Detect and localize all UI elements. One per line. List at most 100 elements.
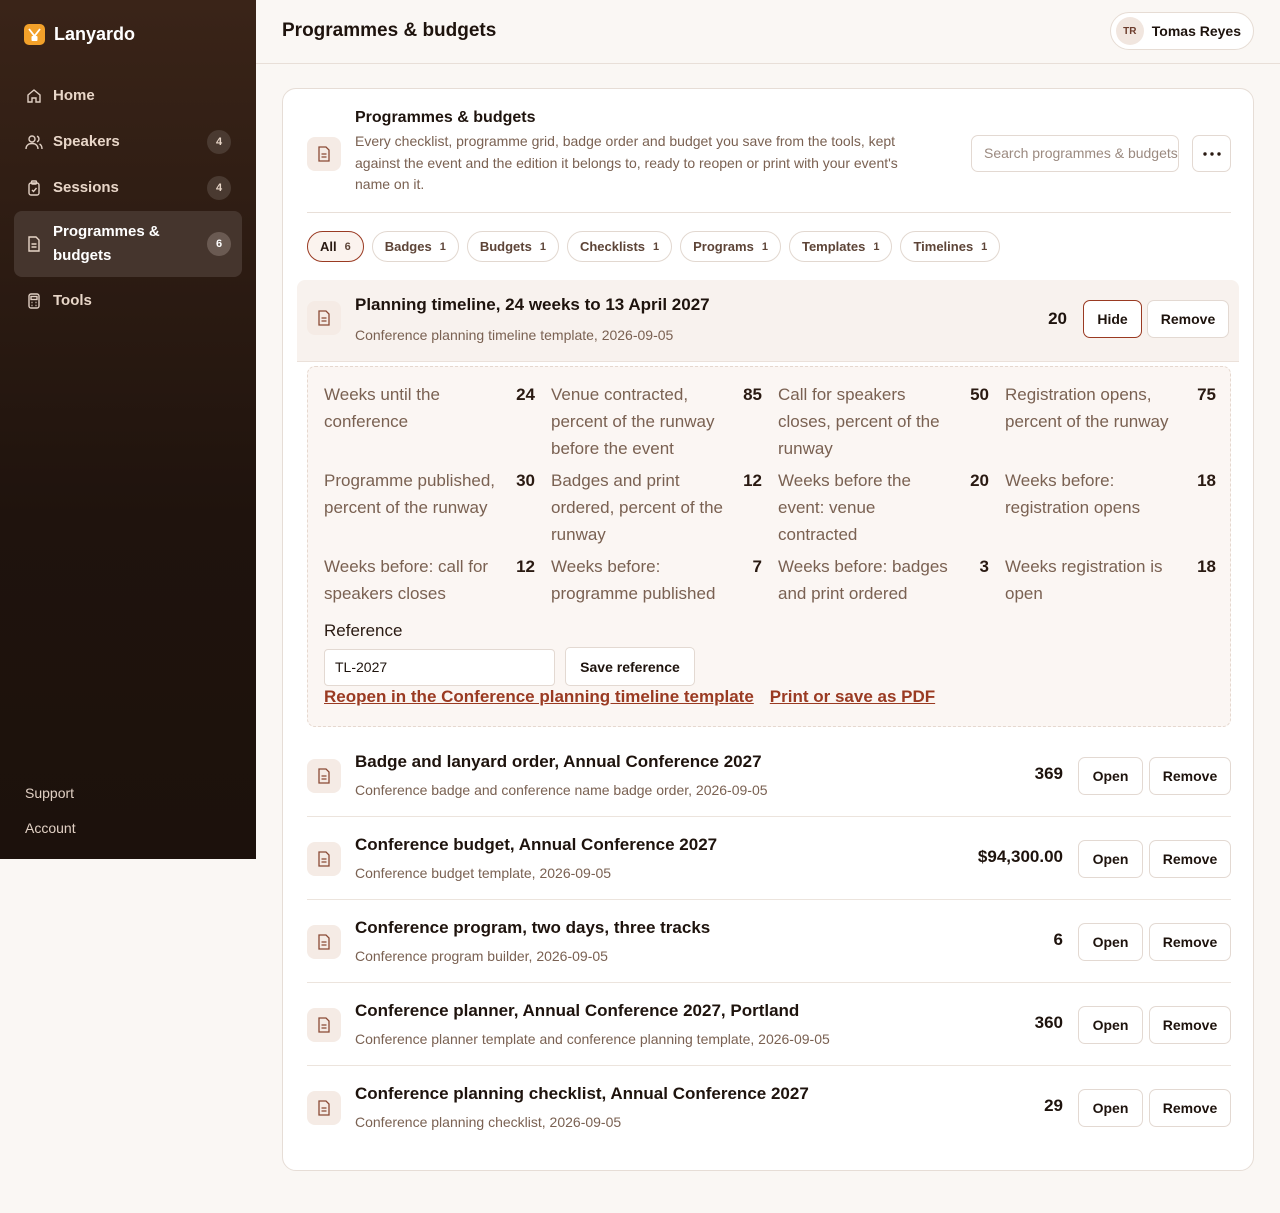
open-button[interactable]: Open bbox=[1078, 1089, 1143, 1127]
reference-input[interactable]: TL-2027 bbox=[324, 649, 555, 686]
card-header: Programmes & budgets Every checklist, pr… bbox=[307, 109, 1231, 213]
card-title: Programmes & budgets bbox=[355, 109, 536, 126]
filter-count: 1 bbox=[981, 240, 988, 253]
home-icon bbox=[25, 87, 43, 105]
filter-budgets[interactable]: Budgets 1 bbox=[466, 231, 559, 262]
sidebar-item-home[interactable]: Home bbox=[14, 73, 242, 118]
metric-value: 75 bbox=[1197, 385, 1216, 404]
list-item[interactable]: Badge and lanyard order, Annual Conferen… bbox=[307, 735, 1231, 817]
remove-button[interactable]: Remove bbox=[1149, 1006, 1231, 1044]
metric: Call for speakers closes, percent of the… bbox=[778, 381, 989, 467]
programmes-card: Programmes & budgets Every checklist, pr… bbox=[282, 88, 1254, 1171]
item-subtitle: Conference budget template, 2026-09-05 bbox=[355, 865, 612, 881]
metric-label: Call for speakers closes, percent of the… bbox=[778, 385, 940, 458]
metric-value: 12 bbox=[743, 471, 762, 490]
metric-value: 3 bbox=[979, 557, 989, 576]
metric-value: 85 bbox=[743, 385, 762, 404]
remove-button[interactable]: Remove bbox=[1149, 757, 1231, 795]
sidebar: Lanyardo Home Speakers 4 Sessions 4 Prog… bbox=[0, 0, 256, 859]
metric: Programme published, percent of the runw… bbox=[324, 467, 535, 553]
filter-badges[interactable]: Badges 1 bbox=[371, 231, 459, 262]
item-subtitle: Conference planning timeline template, 2… bbox=[355, 327, 674, 343]
filter-label: Templates bbox=[801, 239, 866, 254]
page-title: Programmes & budgets bbox=[282, 20, 497, 41]
filter-count: 1 bbox=[653, 240, 660, 253]
item-title: Badge and lanyard order, Annual Conferen… bbox=[355, 752, 762, 771]
metric-value: 50 bbox=[970, 385, 989, 404]
item-subtitle: Conference badge and conference name bad… bbox=[355, 782, 768, 798]
metric-value: 12 bbox=[516, 557, 535, 576]
list-item[interactable]: Conference planning checklist, Annual Co… bbox=[307, 1067, 1231, 1149]
filter-count: 1 bbox=[873, 240, 880, 253]
item-subtitle: Conference program builder, 2026-09-05 bbox=[355, 948, 608, 964]
print-link[interactable]: Print or save as PDF bbox=[770, 687, 935, 707]
metric-label: Weeks before: call for speakers closes bbox=[324, 557, 489, 603]
brand[interactable]: Lanyardo bbox=[24, 24, 135, 45]
filter-timelines[interactable]: Timelines 1 bbox=[900, 231, 1001, 262]
filter-all[interactable]: All 6 bbox=[307, 231, 364, 262]
save-reference-button[interactable]: Save reference bbox=[565, 647, 695, 686]
open-button[interactable]: Open bbox=[1078, 1006, 1143, 1044]
list-item-expanded[interactable]: Planning timeline, 24 weeks to 13 April … bbox=[297, 280, 1239, 362]
open-button[interactable]: Open bbox=[1078, 757, 1143, 795]
sidebar-item-label: Speakers bbox=[53, 132, 120, 150]
document-icon bbox=[307, 301, 341, 335]
card-description: Every checklist, programme grid, badge o… bbox=[355, 133, 898, 192]
document-icon bbox=[307, 759, 341, 793]
metric-label: Weeks before: programme published bbox=[551, 557, 716, 603]
list-item[interactable]: Conference program, two days, three trac… bbox=[307, 901, 1231, 983]
metric-label: Weeks before: badges and print ordered bbox=[778, 557, 948, 603]
reference-label: Reference bbox=[324, 621, 403, 640]
search-input[interactable]: Search programmes & budgets bbox=[971, 135, 1179, 172]
filter-label: Budgets bbox=[479, 239, 532, 254]
avatar: TR bbox=[1115, 17, 1144, 45]
remove-button[interactable]: Remove bbox=[1149, 1089, 1231, 1127]
metric: Weeks before: registration opens 18 bbox=[1005, 467, 1216, 553]
hide-button[interactable]: Hide bbox=[1083, 300, 1142, 338]
sidebar-item-programmes-budgets[interactable]: Programmes & budgets 6 bbox=[14, 211, 242, 277]
metric-label: Weeks registration is open bbox=[1005, 557, 1163, 603]
filter-checklists[interactable]: Checklists 1 bbox=[566, 231, 673, 262]
sidebar-item-speakers[interactable]: Speakers 4 bbox=[14, 119, 242, 164]
user-menu[interactable]: TR Tomas Reyes bbox=[1109, 12, 1254, 50]
document-icon bbox=[307, 842, 341, 876]
list-item[interactable]: Conference budget, Annual Conference 202… bbox=[307, 818, 1231, 900]
metric-label: Venue contracted, percent of the runway … bbox=[551, 385, 715, 458]
metric-label: Programme published, percent of the runw… bbox=[324, 471, 496, 517]
count-badge: 4 bbox=[207, 175, 231, 200]
filter-programs[interactable]: Programs 1 bbox=[680, 231, 781, 262]
document-icon bbox=[307, 1091, 341, 1125]
remove-button[interactable]: Remove bbox=[1147, 300, 1229, 338]
reopen-link[interactable]: Reopen in the Conference planning timeli… bbox=[324, 687, 754, 707]
sidebar-footer: Support Account bbox=[25, 782, 76, 852]
filter-templates[interactable]: Templates 1 bbox=[788, 231, 893, 262]
sidebar-item-tools[interactable]: Tools bbox=[14, 278, 242, 323]
metric-label: Weeks until the conference bbox=[324, 385, 440, 431]
metric: Weeks before the event: venue contracted… bbox=[778, 467, 989, 553]
sidebar-item-sessions[interactable]: Sessions 4 bbox=[14, 165, 242, 210]
filter-count: 1 bbox=[761, 240, 768, 253]
metric-label: Weeks before: registration opens bbox=[1005, 471, 1141, 517]
remove-button[interactable]: Remove bbox=[1149, 840, 1231, 878]
item-title: Conference program, two days, three trac… bbox=[355, 918, 711, 937]
more-options-button[interactable] bbox=[1192, 135, 1231, 172]
filter-label: All bbox=[320, 239, 337, 254]
support-link[interactable]: Support bbox=[25, 782, 76, 817]
remove-button[interactable]: Remove bbox=[1149, 923, 1231, 961]
sidebar-nav: Home Speakers 4 Sessions 4 Programmes & … bbox=[14, 73, 242, 324]
metric-value: 18 bbox=[1197, 557, 1216, 576]
item-subtitle: Conference planner template and conferen… bbox=[355, 1031, 830, 1047]
filter-count: 1 bbox=[439, 240, 446, 253]
metric-label: Badges and print ordered, percent of the… bbox=[551, 471, 724, 544]
account-link[interactable]: Account bbox=[25, 817, 76, 852]
list-item[interactable]: Conference planner, Annual Conference 20… bbox=[307, 984, 1231, 1066]
open-button[interactable]: Open bbox=[1078, 840, 1143, 878]
item-value: 360 bbox=[1034, 1013, 1063, 1032]
document-icon bbox=[307, 1008, 341, 1042]
filter-label: Programs bbox=[693, 239, 754, 254]
detail-links: Reopen in the Conference planning timeli… bbox=[324, 687, 935, 707]
metric-value: 7 bbox=[752, 557, 762, 576]
count-badge: 4 bbox=[207, 129, 231, 154]
open-button[interactable]: Open bbox=[1078, 923, 1143, 961]
document-icon bbox=[25, 235, 43, 253]
